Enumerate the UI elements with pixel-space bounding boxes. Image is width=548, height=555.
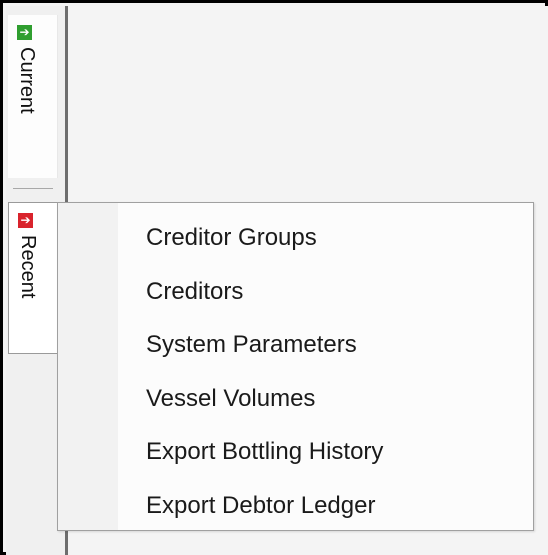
tab-recent-label: Recent <box>17 235 39 299</box>
arrow-right-icon: ➔ <box>18 213 33 228</box>
menu-item-vessel-volumes[interactable]: Vessel Volumes <box>118 372 528 426</box>
tab-separator <box>13 188 53 189</box>
tab-current-label: Current <box>16 47 38 114</box>
menu-item-system-parameters[interactable]: System Parameters <box>118 318 528 372</box>
menu-item-creditor-groups[interactable]: Creditor Groups <box>118 211 528 265</box>
menu-item-export-bottling-history[interactable]: Export Bottling History <box>118 425 528 479</box>
tab-current[interactable]: ➔ Current <box>8 15 58 178</box>
menu-item-creditors[interactable]: Creditors <box>118 265 528 319</box>
menu-list: Creditor Groups Creditors System Paramet… <box>118 211 528 532</box>
menu-icon-gutter <box>58 203 118 530</box>
arrow-right-icon: ➔ <box>17 25 32 40</box>
recent-dropdown-menu: Creditor Groups Creditors System Paramet… <box>57 202 534 531</box>
tab-recent[interactable]: ➔ Recent <box>8 202 58 354</box>
menu-item-export-debtor-ledger[interactable]: Export Debtor Ledger <box>118 479 528 533</box>
